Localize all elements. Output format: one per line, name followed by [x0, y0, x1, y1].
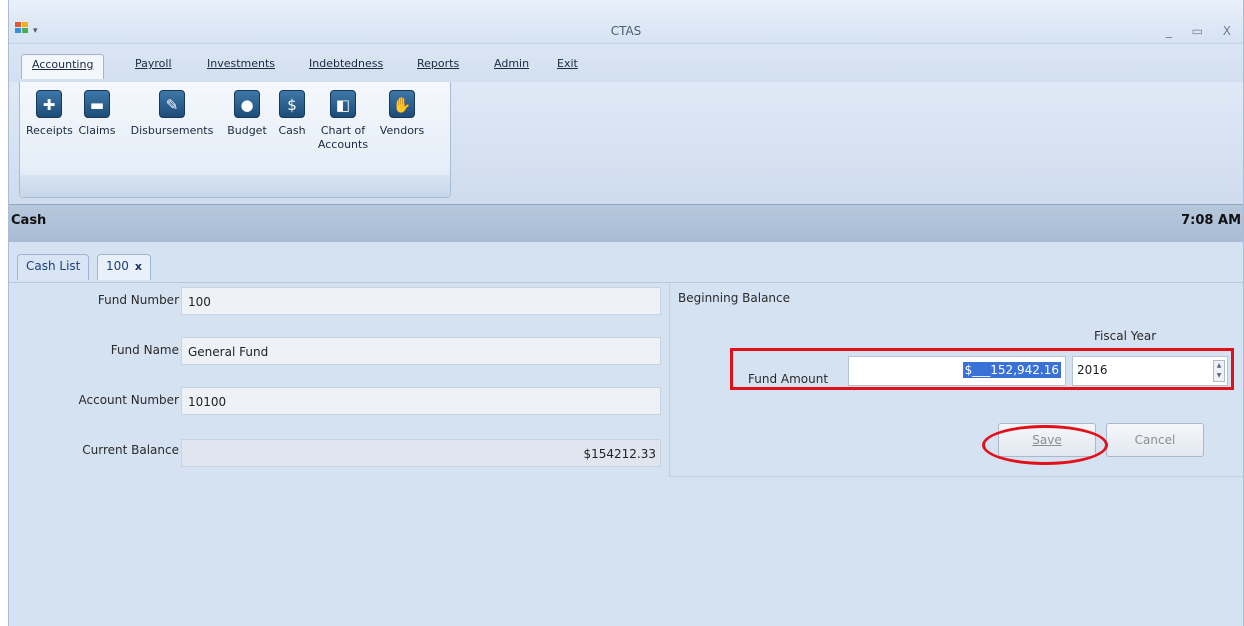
chart-of-accounts-label: Chart of Accounts — [314, 124, 372, 152]
tab-cash-list[interactable]: Cash List — [17, 254, 90, 280]
disbursements-label: Disbursements — [130, 124, 214, 137]
cash-icon: $ — [279, 90, 305, 118]
window-controls: _ ▭ X — [1162, 24, 1237, 38]
budget-button[interactable]: ● Budget — [224, 90, 270, 138]
title-bar: ▾ CTAS _ ▭ X — [9, 0, 1243, 44]
ribbon-group-accounting: ✚ Receipts ▬ Claims ✎ Disbursements ● Bu… — [19, 82, 451, 198]
budget-label: Budget — [227, 124, 267, 137]
highlight-ellipse-annotation — [982, 425, 1108, 465]
vendors-handshake-icon: ✋ — [389, 90, 415, 118]
beginning-balance-group: Beginning Balance Fiscal Year Fund Amoun… — [669, 283, 1243, 477]
menu-tab-accounting[interactable]: Accounting — [21, 54, 105, 79]
fund-number-field[interactable]: 100 — [181, 287, 661, 315]
claims-label: Claims — [78, 124, 116, 137]
cash-detail-panel: Fund Number 100 Fund Name General Fund A… — [9, 282, 1243, 626]
current-balance-field: $154212.33 — [181, 439, 661, 467]
account-number-label: Account Number — [78, 393, 179, 407]
disbursements-button[interactable]: ✎ Disbursements — [124, 90, 220, 138]
menu-tab-reports[interactable]: Reports — [417, 57, 459, 70]
receipts-button[interactable]: ✚ Receipts — [26, 90, 73, 138]
chart-of-accounts-label-line1: Chart of — [320, 124, 366, 137]
section-header: Cash 7:08 AM — [9, 204, 1243, 242]
receipts-icon: ✚ — [36, 90, 62, 118]
beginning-balance-title: Beginning Balance — [678, 291, 791, 305]
menu-tab-admin[interactable]: Admin — [494, 57, 529, 70]
receipts-label: Receipts — [26, 124, 73, 137]
clock-time: 7:08 AM — [1181, 213, 1241, 228]
tab-fund-100[interactable]: 100 x — [97, 254, 152, 280]
fund-name-label: Fund Name — [110, 343, 179, 357]
close-icon[interactable]: X — [1223, 24, 1237, 38]
ribbon-group-footer — [20, 175, 450, 197]
chart-of-accounts-label-line2: Accounts — [317, 138, 369, 151]
menu-tab-exit[interactable]: Exit — [557, 57, 578, 70]
cancel-button[interactable]: Cancel — [1106, 423, 1204, 457]
fund-number-label: Fund Number — [97, 293, 179, 307]
menu-tab-indebtedness[interactable]: Indebtedness — [309, 57, 383, 70]
ribbon: ✚ Receipts ▬ Claims ✎ Disbursements ● Bu… — [9, 82, 1243, 204]
cash-label: Cash — [278, 124, 306, 137]
close-tab-icon[interactable]: x — [135, 260, 142, 273]
menu-tab-payroll[interactable]: Payroll — [135, 57, 172, 70]
disbursements-icon: ✎ — [159, 90, 185, 118]
fund-name-field[interactable]: General Fund — [181, 337, 661, 365]
vendors-label: Vendors — [379, 124, 425, 137]
claims-button[interactable]: ▬ Claims — [76, 90, 118, 138]
cash-button[interactable]: $ Cash — [272, 90, 312, 138]
budget-piggybank-icon: ● — [234, 90, 260, 118]
vendors-button[interactable]: ✋ Vendors — [376, 90, 428, 138]
menu-bar: Accounting Payroll Investments Indebtedn… — [9, 44, 1243, 82]
chart-of-accounts-icon: ◧ — [330, 90, 356, 118]
claims-icon: ▬ — [84, 90, 110, 118]
account-number-field[interactable]: 10100 — [181, 387, 661, 415]
highlight-box-annotation — [730, 348, 1234, 390]
window-title: CTAS — [610, 24, 642, 38]
document-tab-strip: Cash List 100 x — [9, 242, 1243, 282]
menu-tab-investments[interactable]: Investments — [207, 57, 275, 70]
app-window: ▾ CTAS _ ▭ X Accounting Payroll Investme… — [8, 0, 1244, 626]
fiscal-year-label: Fiscal Year — [1094, 329, 1157, 343]
chart-of-accounts-button[interactable]: ◧ Chart of Accounts — [314, 90, 372, 152]
current-balance-label: Current Balance — [82, 443, 179, 457]
tab-fund-100-label: 100 — [106, 259, 129, 273]
section-title: Cash — [11, 213, 47, 228]
maximize-icon[interactable]: ▭ — [1192, 24, 1209, 38]
minimize-icon[interactable]: _ — [1166, 24, 1178, 38]
